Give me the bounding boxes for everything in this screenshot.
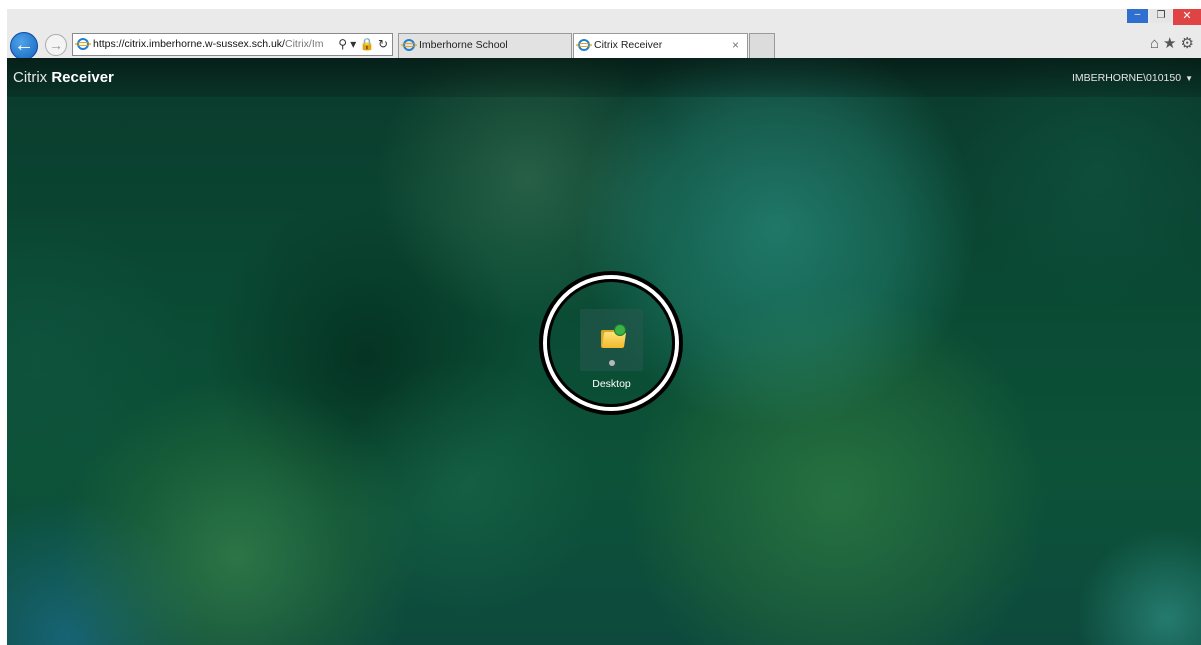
maximize-button[interactable]: ❐ (1150, 9, 1172, 23)
user-account-menu[interactable]: IMBERHORNE\010150 ▼ (1072, 72, 1193, 84)
app-header: Citrix Receiver IMBERHORNE\010150 ▼ (7, 58, 1201, 97)
address-bar[interactable]: https://citrix.imberhorne.w-sussex.sch.u… (72, 33, 393, 56)
citrix-receiver-app: Citrix Receiver IMBERHORNE\010150 ▼ Deskt… (7, 58, 1201, 645)
tab-citrix-receiver[interactable]: Citrix Receiver × (573, 33, 748, 58)
highlight-ring (539, 271, 683, 415)
url-host: https://citrix.imberhorne.w-sussex.sch.u… (93, 38, 285, 50)
close-window-button[interactable]: ✕ (1173, 9, 1201, 25)
tab-close-icon[interactable]: × (732, 34, 739, 57)
address-tools[interactable]: ⚲ ▾ 🔒 ↻ (338, 34, 388, 55)
user-name: IMBERHORNE\010150 (1071, 72, 1182, 84)
tab-title: Imberhorne School (419, 39, 508, 51)
ie-tab-icon (401, 39, 417, 52)
ie-tab-icon (576, 39, 592, 52)
caret-down-icon: ▼ (1185, 74, 1193, 83)
url-path: Citrix/Im (284, 38, 324, 50)
tab-imberhorne-school[interactable]: Imberhorne School (398, 33, 572, 58)
forward-button[interactable]: → (45, 34, 67, 56)
minimize-button[interactable]: – (1127, 9, 1148, 23)
browser-toolbar-icons[interactable]: ⌂★⚙ (1150, 34, 1198, 52)
new-tab-button[interactable] (749, 33, 775, 58)
back-button[interactable]: ← (10, 32, 38, 60)
ie-page-icon (75, 38, 91, 51)
citrix-receiver-logo: Citrix Receiver (13, 69, 114, 86)
tab-title: Citrix Receiver (594, 39, 663, 51)
